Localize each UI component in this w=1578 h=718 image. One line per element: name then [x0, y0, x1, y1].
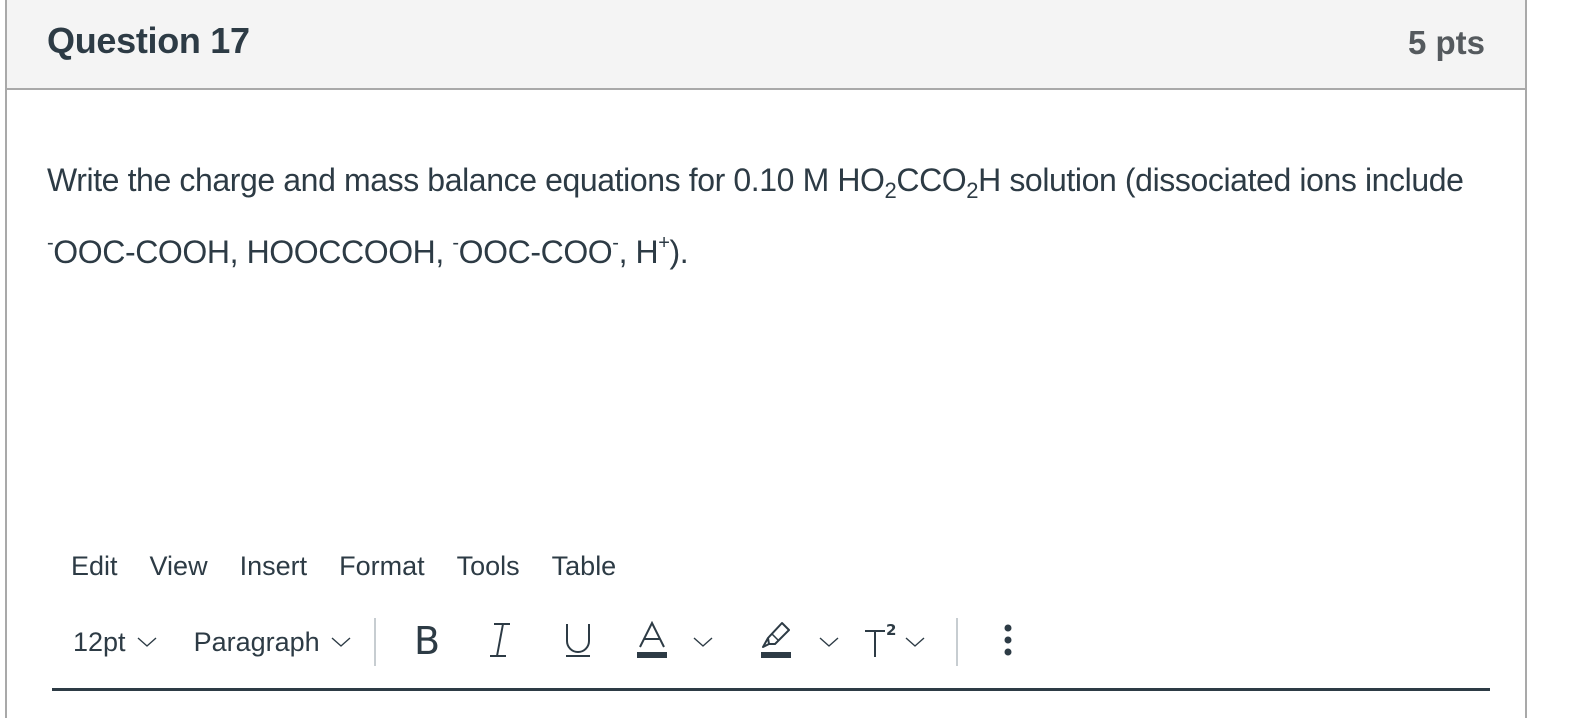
- editor-toolbar: 12pt Paragraph B 2: [73, 614, 1014, 670]
- text-color-dropdown[interactable]: [692, 614, 714, 670]
- menu-edit[interactable]: Edit: [71, 546, 134, 586]
- superscript-icon: 2: [864, 621, 898, 664]
- bold-button[interactable]: B: [412, 614, 446, 670]
- superscript-button[interactable]: 2: [864, 614, 898, 670]
- chevron-down-icon: [692, 635, 714, 649]
- menu-tools[interactable]: Tools: [457, 546, 536, 586]
- chevron-down-icon: [904, 635, 926, 649]
- subscript: 2: [966, 178, 979, 203]
- text-segment: OOC-COOH, HOOCCOOH,: [53, 234, 453, 270]
- menu-format[interactable]: Format: [339, 546, 441, 586]
- highlight-dropdown[interactable]: [818, 614, 840, 670]
- chevron-down-icon: [818, 635, 840, 649]
- text-segment: OOC-COO: [458, 234, 613, 270]
- text-segment: ).: [669, 234, 689, 270]
- svg-text:B: B: [414, 622, 440, 658]
- highlight-icon: [760, 621, 792, 664]
- bold-icon: B: [414, 619, 444, 663]
- italic-icon: [488, 622, 512, 663]
- text-segment: H solution (dissociated ions include: [978, 162, 1464, 198]
- superscript: +: [658, 232, 670, 254]
- text-segment: CCO: [896, 162, 967, 198]
- text-color-icon: [636, 620, 668, 664]
- font-size-dropdown[interactable]: 12pt: [73, 614, 158, 670]
- menu-insert[interactable]: Insert: [240, 546, 324, 586]
- more-vertical-icon: [1002, 622, 1014, 663]
- toolbar-divider: [373, 618, 376, 666]
- menu-table[interactable]: Table: [552, 546, 633, 586]
- question-points: 5 pts: [1407, 24, 1485, 61]
- underline-icon: [564, 621, 592, 664]
- block-format-dropdown[interactable]: Paragraph: [194, 614, 352, 670]
- chevron-down-icon: [330, 635, 352, 649]
- question-text: Write the charge and mass balance equati…: [47, 144, 1507, 288]
- question-title: Question 17: [47, 20, 250, 61]
- menu-view[interactable]: View: [150, 546, 224, 586]
- text-segment: Write the charge and mass balance equati…: [47, 162, 885, 198]
- question-header: Question 17 5 pts: [7, 0, 1525, 90]
- italic-button[interactable]: [488, 614, 512, 670]
- block-format-value: Paragraph: [193, 626, 320, 657]
- text-segment: , H: [618, 234, 659, 270]
- superscript-dropdown[interactable]: [904, 614, 926, 670]
- font-size-value: 12pt: [73, 626, 126, 657]
- chevron-down-icon: [136, 635, 158, 649]
- text-color-button[interactable]: [636, 614, 668, 670]
- editor-toolbar-bottom-border: [52, 688, 1490, 691]
- highlight-button[interactable]: [760, 614, 792, 670]
- underline-button[interactable]: [564, 614, 592, 670]
- more-button[interactable]: [1002, 614, 1014, 670]
- svg-text:2: 2: [886, 621, 896, 639]
- toolbar-divider: [955, 618, 958, 666]
- question-card: Question 17 5 pts Write the charge and m…: [5, 0, 1527, 718]
- editor-menubar: Edit View Insert Format Tools Table: [71, 546, 648, 586]
- subscript: 2: [884, 178, 897, 203]
